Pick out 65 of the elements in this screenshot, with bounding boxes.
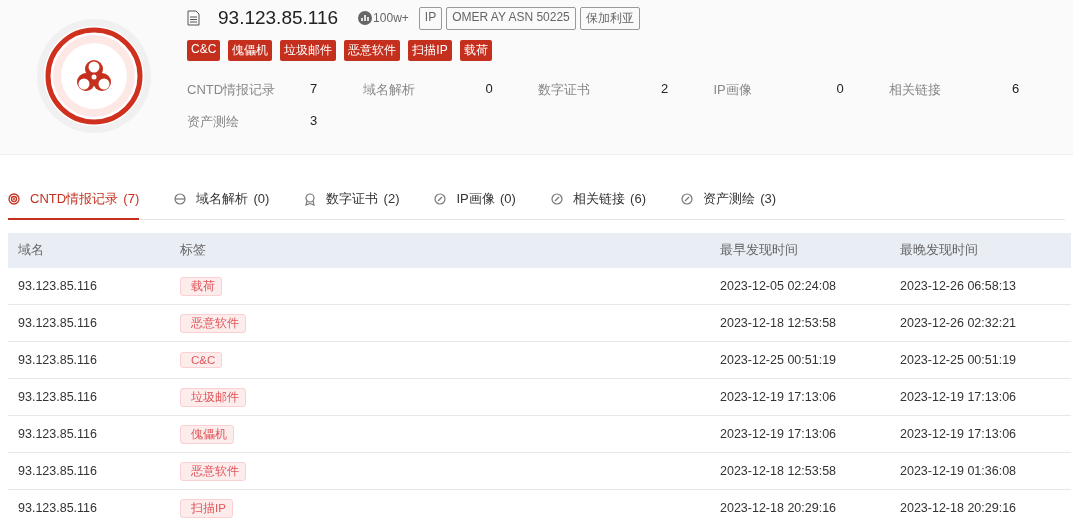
threat-tag: 扫描IP <box>408 40 452 61</box>
table-cell-text: 2023-12-26 06:58:13 <box>899 279 1018 293</box>
column-header: 标签 <box>179 242 207 259</box>
stat-value: 0 <box>485 81 493 98</box>
table-cell-text: 2023-12-18 20:29:16 <box>899 501 1018 515</box>
info-badge: OMER AY ASN 50225 <box>446 6 576 30</box>
table-cell-text: 93.123.85.116 <box>17 316 98 330</box>
tab[interactable]: 域名解析 (0) <box>174 182 270 220</box>
ip-address-title: 93.123.85.116 <box>218 7 339 29</box>
stat-label: 相关链接 <box>889 81 942 99</box>
threat-tag: 扫描IP <box>180 498 233 518</box>
tab[interactable]: 数字证书 (2) <box>304 182 400 220</box>
table-cell-text: 93.123.85.116 <box>17 390 98 404</box>
table-cell-text: 2023-12-19 17:13:06 <box>899 390 1018 404</box>
stat-label: 数字证书 <box>538 81 591 99</box>
threat-tag: 傀儡机 <box>180 424 234 444</box>
threat-tag: 恶意软件 <box>180 461 246 481</box>
threat-tag: 载荷 <box>459 40 492 61</box>
stat-label: 域名解析 <box>362 81 416 99</box>
document-icon <box>187 10 200 26</box>
threat-tag: 傀儡机 <box>228 40 273 61</box>
threat-tag: C&C <box>187 40 221 61</box>
tab[interactable]: CNTD情报记录 (7) <box>8 182 140 220</box>
table-cell-text: 2023-12-19 01:36:08 <box>899 464 1018 478</box>
threat-tag: 载荷 <box>180 276 222 296</box>
table-cell-text: 2023-12-25 00:51:19 <box>899 353 1018 367</box>
tab[interactable]: IP画像 (0) <box>434 182 516 220</box>
stat-label: 资产测绘 <box>187 113 240 131</box>
table-cell-text: 2023-12-18 20:29:16 <box>719 501 838 515</box>
table-cell-text: 2023-12-19 17:13:06 <box>899 427 1018 441</box>
table-cell-text: 2023-12-26 02:32:21 <box>899 316 1018 330</box>
tab[interactable]: 资产测绘 (3) <box>681 182 777 220</box>
column-header: 最早发现时间 <box>719 242 799 259</box>
table-cell-text: 2023-12-25 00:51:19 <box>719 353 838 367</box>
tab[interactable]: 相关链接 (6) <box>550 182 646 220</box>
stat-value: 0 <box>836 81 844 98</box>
table-cell-text: 2023-12-05 02:24:08 <box>719 279 838 293</box>
threat-tag: 恶意软件 <box>180 313 246 333</box>
medal-icon <box>304 192 317 206</box>
stat-value: 3 <box>310 113 318 130</box>
table-cell-text: 93.123.85.116 <box>17 464 98 478</box>
stat-label: CNTD情报记录 <box>187 81 277 99</box>
threat-tag: C&C <box>180 352 223 368</box>
table-cell-text: 93.123.85.116 <box>17 427 98 441</box>
stat-label: IP画像 <box>713 81 753 99</box>
info-badge: IP <box>418 6 443 30</box>
table-cell-text: 93.123.85.116 <box>17 353 98 367</box>
column-header: 最晚发现时间 <box>899 242 979 259</box>
info-badge: 保加利亚 <box>579 6 640 30</box>
table-cell-text: 93.123.85.116 <box>17 501 98 515</box>
heat-count: 100w+ <box>373 11 409 25</box>
table-cell-text: 2023-12-18 12:53:58 <box>719 464 838 478</box>
table-cell-text: 2023-12-19 17:13:06 <box>719 427 838 441</box>
radar-icon <box>8 192 20 206</box>
stat-value: 2 <box>661 81 669 98</box>
chart-icon <box>358 11 373 25</box>
threat-tag: 恶意软件 <box>344 40 401 61</box>
stat-value: 7 <box>310 81 318 98</box>
stat-value: 6 <box>1012 81 1020 98</box>
table-cell-text: 2023-12-19 17:13:06 <box>719 390 838 404</box>
threat-tag: 垃圾邮件 <box>280 40 337 61</box>
threat-tag: 垃圾邮件 <box>180 387 246 407</box>
column-header: 域名 <box>17 242 45 259</box>
table-cell-text: 93.123.85.116 <box>17 279 98 293</box>
table-cell-text: 2023-12-18 12:53:58 <box>719 316 838 330</box>
